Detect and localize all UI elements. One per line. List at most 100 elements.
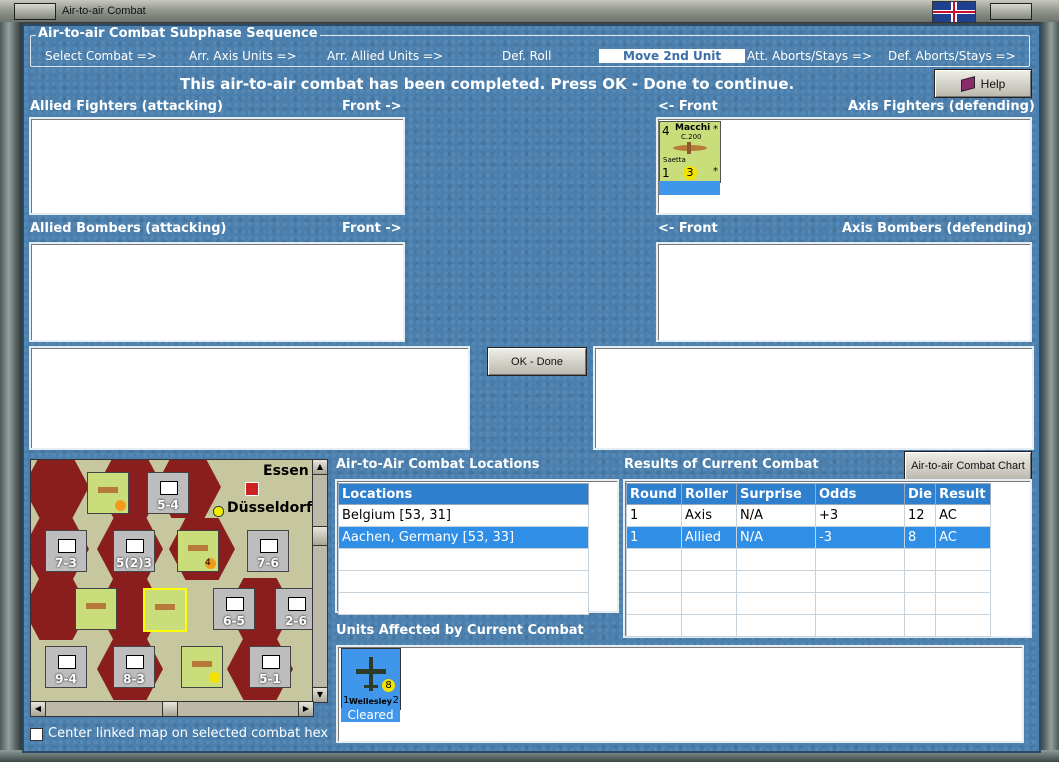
location-cell[interactable]: Aachen, Germany [53, 33]: [338, 526, 589, 549]
plane-icon: [670, 140, 710, 154]
scroll-down-icon[interactable]: ▼: [312, 687, 328, 703]
map-unit-label: 6-5: [223, 614, 245, 628]
sequence-title: Air-to-air Combat Subphase Sequence: [36, 26, 320, 41]
results-panel: Round Roller Surprise Odds Die Result 1 …: [623, 479, 1032, 638]
locations-panel: Locations Belgium [53, 31] Aachen, Germa…: [335, 479, 619, 615]
map-unit-ju88[interactable]: [87, 472, 129, 514]
result-row[interactable]: 1 Axis N/A +3 12 AC: [626, 504, 992, 527]
unit-circle: 8: [382, 679, 395, 692]
map-unit-inf[interactable]: 7-3: [45, 530, 87, 572]
axis-bombers-front: <- Front: [658, 221, 718, 236]
map-unit-inf[interactable]: 2-6: [275, 588, 313, 630]
cell-result: AC: [935, 504, 992, 527]
map-unit-do17[interactable]: [181, 646, 223, 688]
scroll-up-icon[interactable]: ▲: [312, 459, 328, 475]
col-die: Die: [903, 483, 937, 505]
location-row[interactable]: Belgium [53, 31]: [338, 504, 589, 527]
unit-right: 2: [392, 695, 399, 706]
help-button[interactable]: Help: [934, 69, 1032, 98]
map-unit-bf109[interactable]: [75, 588, 117, 630]
city-dot-icon: [213, 506, 224, 517]
infantry-symbol-icon: [58, 539, 76, 553]
unit-bottom-left: 1: [662, 166, 670, 180]
locations-title: Air-to-Air Combat Locations: [336, 457, 540, 472]
plane-icon: [155, 604, 175, 610]
map-unit-macchi-selected[interactable]: [143, 588, 187, 632]
axis-message-panel: [593, 346, 1034, 450]
allied-bombers-label: Allied Bombers (attacking): [30, 221, 227, 236]
axis-fighters-label: Axis Fighters (defending): [848, 99, 1035, 114]
location-cell[interactable]: Belgium [53, 31]: [338, 504, 589, 527]
allied-bombers-front: Front ->: [342, 221, 402, 236]
armor-symbol-icon: [260, 539, 278, 553]
location-empty: [338, 592, 589, 615]
col-surprise: Surprise: [736, 483, 816, 505]
linked-map[interactable]: Essen Düsseldorf 5-4 7-3 5(2)3 4 7-6 6-5…: [30, 459, 314, 703]
allied-fighters-panel[interactable]: [29, 117, 405, 215]
location-row-selected[interactable]: Aachen, Germany [53, 33]: [338, 526, 589, 549]
map-unit-he111[interactable]: 4: [177, 530, 219, 572]
infantry-symbol-icon: [126, 655, 144, 669]
plane-icon: [192, 661, 212, 667]
map-unit-label: 2-6: [285, 614, 307, 628]
scroll-thumb[interactable]: [312, 526, 328, 546]
map-horizontal-scrollbar[interactable]: ◀ ▶: [30, 701, 314, 717]
axis-fighters-front: <- Front: [658, 99, 718, 114]
map-unit-armor[interactable]: 7-6: [247, 530, 289, 572]
cell-roller: Allied: [681, 526, 737, 549]
air-combat-chart-button[interactable]: Air-to-air Combat Chart: [904, 451, 1032, 481]
map-unit-hq[interactable]: 5-1: [249, 646, 291, 688]
counter-circle: 4: [205, 558, 216, 569]
locations-table: Locations Belgium [53, 31] Aachen, Germa…: [338, 483, 589, 615]
system-menu-button[interactable]: [14, 3, 56, 20]
step-arr-allied: Arr. Allied Units =>: [327, 49, 444, 63]
allied-fighters-label: Allied Fighters (attacking): [30, 99, 223, 114]
city-dusseldorf: Düsseldorf: [227, 500, 313, 516]
results-title: Results of Current Combat: [624, 457, 819, 472]
cell-surprise: N/A: [736, 504, 816, 527]
close-button[interactable]: [990, 3, 1032, 20]
window-title: Air-to-air Combat: [62, 5, 146, 17]
step-att-aborts: Att. Aborts/Stays =>: [747, 49, 873, 63]
axis-fighter-counter[interactable]: 4 Macchi * C.200 Saetta 1 3 *: [659, 121, 721, 183]
results-table: Round Roller Surprise Odds Die Result 1 …: [626, 483, 992, 637]
unit-star-bottom: *: [713, 166, 718, 177]
scroll-thumb-h[interactable]: [162, 701, 178, 717]
uk-flag-icon: [932, 1, 976, 23]
infantry-symbol-icon: [160, 481, 178, 495]
axis-bombers-panel[interactable]: [656, 242, 1032, 342]
location-empty: [338, 570, 589, 593]
hq-symbol-icon: [262, 655, 280, 669]
step-def-aborts: Def. Aborts/Stays =>: [888, 49, 1016, 63]
map-vertical-scrollbar[interactable]: ▲ ▼: [312, 459, 328, 703]
ok-done-button[interactable]: OK - Done: [487, 347, 587, 376]
status-message: This air-to-air combat has been complete…: [180, 75, 795, 93]
scroll-left-icon[interactable]: ◀: [30, 701, 46, 717]
allied-fighters-front: Front ->: [342, 99, 402, 114]
unit-top-left: 4: [662, 124, 670, 138]
map-unit-inf[interactable]: 8-3: [113, 646, 155, 688]
locations-header: Locations: [338, 483, 589, 505]
col-odds: Odds: [815, 483, 905, 505]
scroll-right-icon[interactable]: ▶: [298, 701, 314, 717]
cell-roller: Axis: [681, 504, 737, 527]
map-unit-corps[interactable]: 5(2)3: [113, 530, 155, 572]
affected-unit-counter[interactable]: 8 1 Wellesley 2: [341, 648, 401, 710]
cell-round: 1: [626, 526, 682, 549]
map-unit-inf[interactable]: 9-4: [45, 646, 87, 688]
allied-bombers-panel[interactable]: [29, 242, 405, 342]
plane-icon: [86, 603, 106, 609]
map-unit-inf[interactable]: 5-4: [147, 472, 189, 514]
center-map-checkbox[interactable]: [30, 728, 43, 741]
left-border: [0, 22, 22, 762]
result-row-selected[interactable]: 1 Allied N/A -3 8 AC: [626, 526, 992, 549]
unit-bottom-circle: 3: [683, 166, 697, 180]
map-unit-label: 5(2)3: [115, 556, 153, 570]
unit-name: Wellesley: [349, 697, 393, 706]
infantry-symbol-icon: [58, 655, 76, 669]
affected-unit-status: Cleared: [341, 708, 400, 722]
map-unit-label: 5-4: [157, 498, 179, 512]
counter-circle-icon: [115, 500, 126, 511]
map-unit-inf[interactable]: 6-5: [213, 588, 255, 630]
map-unit-label: 9-4: [55, 672, 77, 686]
